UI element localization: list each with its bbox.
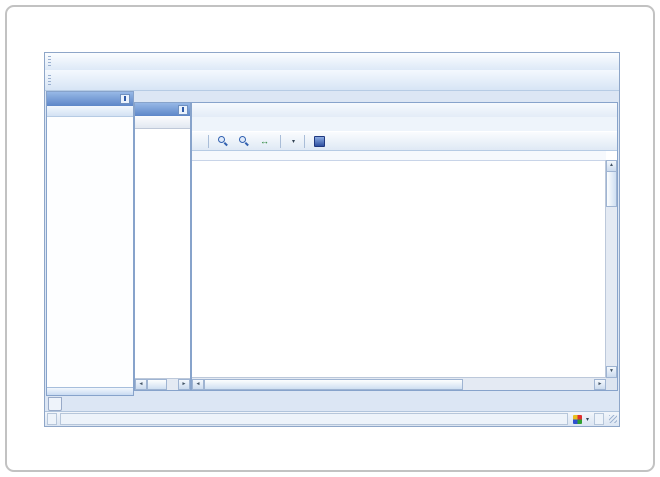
menubar-grip[interactable] [48,56,51,67]
tree-hscrollbar[interactable]: ◄ ► [135,378,190,390]
app-window: ◄ ► ↔ ▾ ▲ ▼ [44,52,620,427]
zoom-in-button[interactable] [215,134,233,148]
nav-collapsed-panel[interactable] [47,387,133,395]
scroll-right-icon[interactable]: ► [178,379,190,390]
nav-collapse-arrow[interactable] [47,106,133,117]
message-mgmt-tab[interactable] [48,397,62,411]
scroll-thumb[interactable] [606,171,617,207]
zoom-in-icon [218,136,228,146]
toolbar-overflow-button[interactable] [196,134,202,148]
gantt-toolbar: ↔ ▾ [192,131,617,151]
timeline-day-row [192,160,606,171]
chevron-down-icon: ▾ [292,138,295,145]
time-scale-button[interactable]: ▾ [287,134,298,148]
scrollbar-corner [606,378,617,390]
zoom-out-icon [239,136,249,146]
project-tree [135,129,190,378]
locate-icon [314,136,325,147]
tree-pin-icon[interactable] [178,105,188,115]
gantt-vscrollbar[interactable]: ▲ ▼ [605,160,617,378]
tree-panel-header [135,103,190,116]
menu-bar [45,53,619,71]
detail-tabs [192,117,617,131]
toolbar-grip[interactable] [48,75,51,86]
scroll-down-icon[interactable]: ▼ [606,366,617,378]
gantt-hscrollbar[interactable]: ◄ ► [192,377,606,390]
scroll-thumb[interactable] [147,379,167,390]
ui-style-icon [573,415,582,424]
tree-column-header[interactable] [135,116,190,129]
fit-icon: ↔ [260,136,269,146]
company-label [47,413,57,425]
gantt-chart-area: ▲ ▼ ◄ ► [192,151,617,390]
zoom-out-button[interactable] [236,134,254,148]
locate-button[interactable] [311,134,330,148]
fit-button[interactable]: ↔ [257,134,274,148]
chevron-down-icon: ▾ [586,416,589,423]
project-folder-panel: ◄ ► [134,102,191,391]
ui-style-button[interactable]: ▾ [571,415,591,424]
gantt-grid[interactable] [192,171,606,378]
gantt-content: ↔ ▾ ▲ ▼ ◄ ► [191,102,618,391]
session-info [594,413,604,425]
ready-status [60,413,568,425]
scroll-thumb[interactable] [204,379,463,390]
scroll-right-icon[interactable]: ► [594,379,606,390]
scroll-left-icon[interactable]: ◄ [192,379,204,390]
nav-item-list [47,117,133,387]
status-bar: ▾ [45,411,619,426]
filter-bar [192,103,617,117]
scroll-left-icon[interactable]: ◄ [135,379,147,390]
pin-icon[interactable] [120,94,130,104]
resize-grip[interactable] [609,415,617,423]
nav-sidebar-header [47,92,133,106]
nav-sidebar [46,91,134,396]
document-tabs [134,89,618,102]
main-toolbar [45,70,619,91]
